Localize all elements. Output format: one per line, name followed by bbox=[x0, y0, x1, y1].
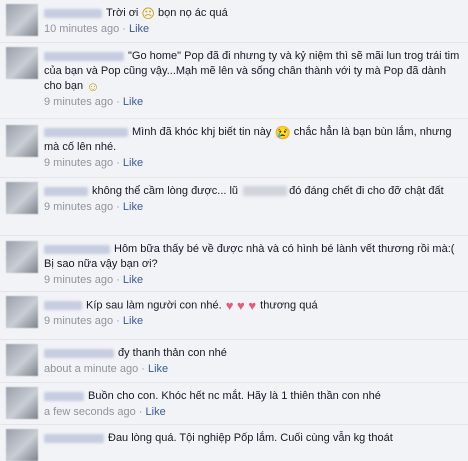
commenter-name[interactable] bbox=[44, 301, 82, 310]
comment-timestamp[interactable]: 9 minutes ago bbox=[44, 157, 113, 169]
commenter-name[interactable] bbox=[44, 391, 84, 401]
commenter-name[interactable] bbox=[44, 8, 102, 18]
comment-text: Kíp sau làm người con nhé. bbox=[86, 299, 222, 312]
like-link[interactable]: Like bbox=[123, 315, 143, 327]
avatar[interactable] bbox=[6, 387, 38, 419]
heart-emoji-icon: ♥ ♥ ♥ bbox=[225, 298, 257, 313]
comment: Đau lòng quá. Tội nghiệp Pốp lắm. Cuối c… bbox=[0, 425, 468, 461]
comment-text: Đau lòng quá. Tội nghiệp Pốp lắm. Cuối c… bbox=[108, 432, 393, 444]
comment-text: đy thanh thản con nhé bbox=[118, 347, 227, 359]
commenter-name[interactable] bbox=[44, 433, 104, 443]
redacted-word bbox=[243, 186, 288, 197]
comment-text: Trời ơi bbox=[106, 7, 139, 19]
comment-timestamp[interactable]: 9 minutes ago bbox=[44, 96, 113, 108]
like-link[interactable]: Like bbox=[123, 274, 143, 286]
commenter-name[interactable] bbox=[44, 51, 124, 61]
comment-text-continued: thương quá bbox=[257, 299, 318, 312]
like-link[interactable]: Like bbox=[123, 157, 143, 169]
comment: Buồn cho con. Khóc hết nc mắt. Hãy là 1 … bbox=[0, 383, 468, 425]
comment: "Go home" Pop đã đi nhưng ty và kỷ niệm … bbox=[0, 43, 468, 119]
comment-text: không thể cầm lòng được... lũ bbox=[92, 185, 239, 197]
avatar[interactable] bbox=[6, 125, 38, 157]
comment-thread: Trời ơi ☹ bọn nọ ác quá 10 minutes ago ·… bbox=[0, 0, 468, 461]
comment-text-continued: bọn nọ ác quá bbox=[154, 7, 228, 19]
avatar[interactable] bbox=[6, 241, 38, 273]
avatar[interactable] bbox=[6, 182, 38, 214]
frown-emoji-icon: ☹ bbox=[141, 5, 155, 21]
avatar[interactable] bbox=[6, 47, 38, 79]
smile-emoji-icon: ☺ bbox=[86, 78, 100, 94]
avatar[interactable] bbox=[6, 429, 38, 461]
commenter-name[interactable] bbox=[44, 127, 128, 137]
avatar[interactable] bbox=[6, 344, 38, 376]
commenter-name[interactable] bbox=[44, 244, 110, 254]
comment-timestamp[interactable]: 9 minutes ago bbox=[44, 315, 113, 327]
commenter-name[interactable] bbox=[44, 186, 88, 196]
comment-text: Buồn cho con. Khóc hết nc mắt. Hãy là 1 … bbox=[88, 390, 381, 402]
comment: đy thanh thản con nhé about a minute ago… bbox=[0, 340, 468, 383]
comment: không thể cầm lòng được... lũ đó đáng ch… bbox=[0, 178, 468, 236]
avatar[interactable] bbox=[6, 4, 38, 36]
like-link[interactable]: Like bbox=[129, 23, 149, 35]
crying-emoji-icon: 😢 bbox=[274, 124, 291, 140]
comment-timestamp[interactable]: a few seconds ago bbox=[44, 406, 136, 418]
comment-timestamp[interactable]: 10 minutes ago bbox=[44, 23, 119, 35]
comment: Trời ơi ☹ bọn nọ ác quá 10 minutes ago ·… bbox=[0, 0, 468, 43]
like-link[interactable]: Like bbox=[123, 201, 143, 213]
like-link[interactable]: Like bbox=[148, 363, 168, 375]
avatar[interactable] bbox=[6, 296, 38, 328]
comment-timestamp[interactable]: 9 minutes ago bbox=[44, 274, 113, 286]
comment: Mình đã khóc khj biết tin này 😢 chắc hẳn… bbox=[0, 119, 468, 178]
like-link[interactable]: Like bbox=[146, 406, 166, 418]
comment: Hôm bữa thấy bé về được nhà và có hình b… bbox=[0, 236, 468, 292]
comment: Kíp sau làm người con nhé. ♥ ♥ ♥ thương … bbox=[0, 292, 468, 340]
comment-text: Mình đã khóc khj biết tin này bbox=[132, 126, 272, 138]
comment-timestamp[interactable]: about a minute ago bbox=[44, 363, 138, 375]
comment-text-continued: đó đáng chết đi cho đỡ chật đất bbox=[289, 185, 444, 197]
comment-timestamp[interactable]: 9 minutes ago bbox=[44, 201, 113, 213]
like-link[interactable]: Like bbox=[123, 96, 143, 108]
commenter-name[interactable] bbox=[44, 348, 114, 358]
